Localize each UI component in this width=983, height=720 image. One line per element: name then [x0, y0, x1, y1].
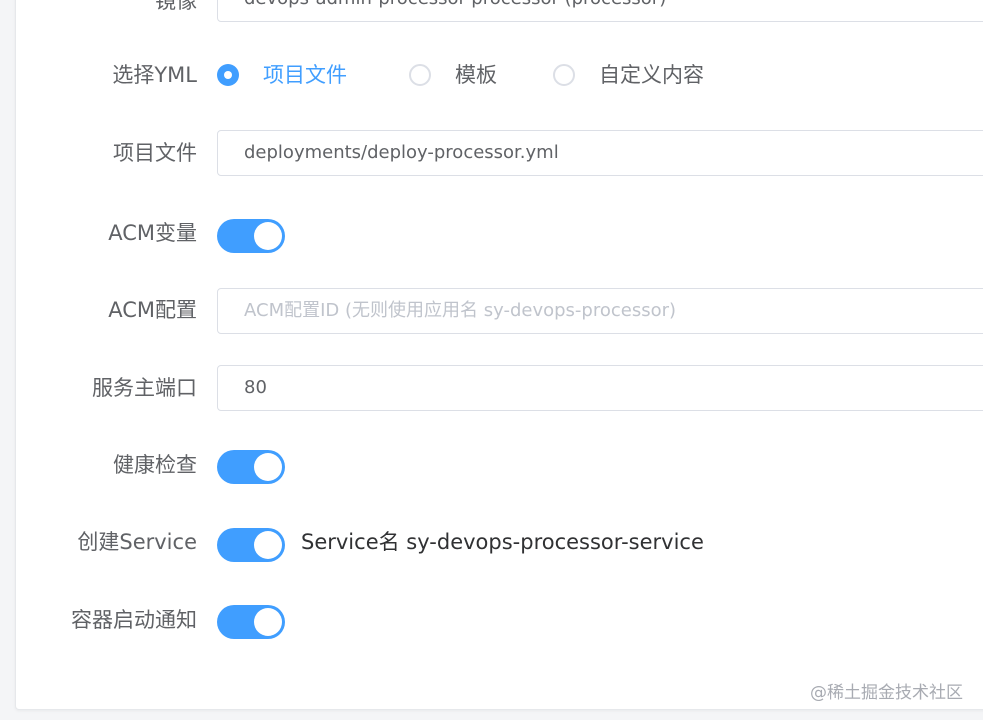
acm-config-label: ACM配置 [108, 298, 197, 322]
health-check-switch[interactable] [217, 450, 285, 484]
radio-project-file-label: 项目文件 [263, 63, 347, 87]
switch-knob [254, 453, 282, 481]
service-name-text: Service名 sy-devops-processor-service [301, 530, 704, 554]
image-field[interactable]: devops-admin-processor-processor (proces… [217, 0, 983, 22]
switch-knob [254, 222, 282, 250]
project-file-label: 项目文件 [113, 141, 197, 165]
select-yml-label: 选择YML [112, 63, 197, 87]
switch-knob [254, 531, 282, 559]
radio-custom-content-label: 自定义内容 [599, 63, 704, 87]
acm-variable-label: ACM变量 [108, 221, 197, 245]
service-port-label: 服务主端口 [92, 376, 197, 400]
create-service-label: 创建Service [77, 530, 197, 554]
startup-notify-switch[interactable] [217, 605, 285, 639]
startup-notify-label: 容器启动通知 [71, 608, 197, 632]
image-label: 镜像 [155, 0, 197, 13]
project-file-input[interactable]: deployments/deploy-processor.yml [217, 130, 983, 176]
watermark: @稀土掘金技术社区 [810, 683, 963, 703]
health-check-label: 健康检查 [113, 453, 197, 477]
form-panel [15, 0, 983, 710]
switch-knob [254, 608, 282, 636]
radio-unchecked-icon [553, 64, 575, 86]
radio-unchecked-icon [409, 64, 431, 86]
radio-template[interactable]: 模板 [409, 61, 497, 89]
create-service-switch[interactable] [217, 528, 285, 562]
radio-project-file[interactable]: 项目文件 [217, 61, 347, 89]
radio-template-label: 模板 [455, 63, 497, 87]
radio-custom-content[interactable]: 自定义内容 [553, 61, 704, 89]
acm-variable-switch[interactable] [217, 219, 285, 253]
service-port-input[interactable]: 80 [217, 365, 983, 411]
acm-config-input[interactable]: ACM配置ID (无则使用应用名 sy-devops-processor) [217, 288, 983, 334]
radio-checked-icon [217, 64, 239, 86]
